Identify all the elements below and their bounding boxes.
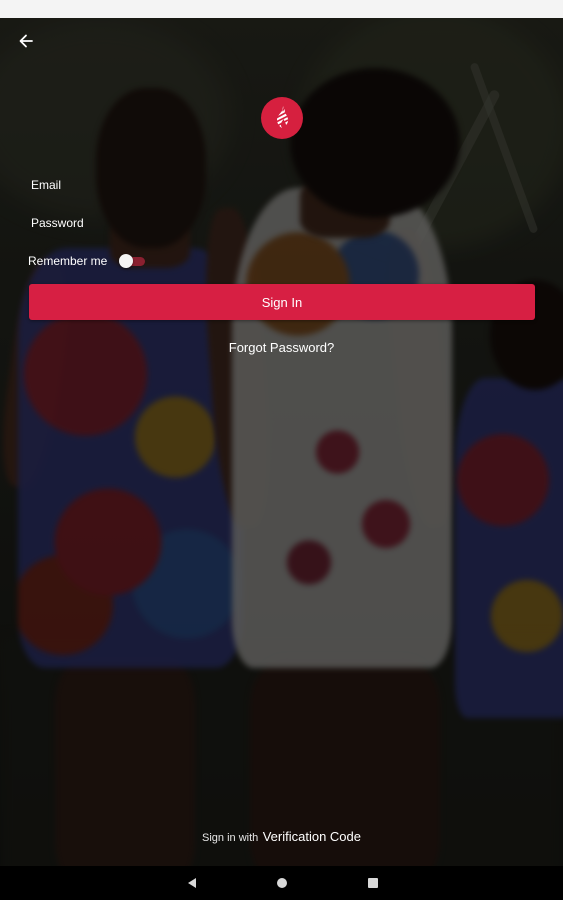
verification-code-row: Sign in with Verification Code bbox=[0, 828, 563, 846]
nav-home-button[interactable] bbox=[275, 876, 289, 890]
status-bar bbox=[0, 0, 563, 18]
flame-logo-icon bbox=[275, 106, 289, 128]
login-form-layer: Email Password Remember me Sign In Forgo… bbox=[0, 18, 563, 866]
verification-code-link[interactable]: Verification Code bbox=[263, 829, 361, 844]
email-field[interactable] bbox=[28, 174, 536, 200]
forgot-password-link[interactable]: Forgot Password? bbox=[0, 340, 563, 355]
login-screen: Email Password Remember me Sign In Forgo… bbox=[0, 18, 563, 866]
back-button[interactable] bbox=[13, 28, 39, 54]
remember-me-row: Remember me bbox=[28, 252, 146, 270]
system-navigation-bar bbox=[0, 866, 563, 900]
sign-in-button[interactable]: Sign In bbox=[29, 284, 535, 320]
square-recents-icon bbox=[368, 878, 378, 888]
remember-me-label: Remember me bbox=[28, 254, 108, 268]
triangle-back-icon bbox=[188, 878, 196, 888]
arrow-left-icon bbox=[19, 34, 33, 48]
nav-recents-button[interactable] bbox=[366, 876, 380, 890]
password-field[interactable] bbox=[28, 212, 536, 238]
circle-home-icon bbox=[277, 878, 287, 888]
nav-back-button[interactable] bbox=[185, 876, 199, 890]
verification-prefix: Sign in with bbox=[202, 832, 259, 844]
remember-me-toggle[interactable] bbox=[119, 254, 146, 268]
app-logo bbox=[261, 97, 303, 139]
